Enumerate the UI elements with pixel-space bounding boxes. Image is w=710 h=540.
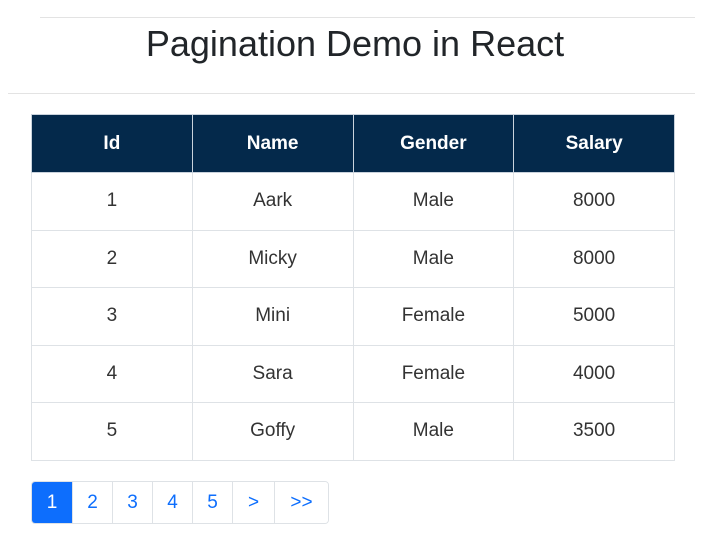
column-header-id: Id [31,114,193,173]
pagination: 1 2 3 4 5 > >> [31,481,329,524]
cell-gender: Male [352,172,515,231]
cell-gender: Male [352,402,515,461]
table-header-row: Id Name Gender Salary [31,114,675,173]
column-header-salary: Salary [513,114,675,173]
page-title: Pagination Demo in React [145,23,565,64]
column-header-name: Name [191,114,354,173]
cell-name: Mini [191,287,354,346]
cell-id: 1 [31,172,193,231]
column-header-gender: Gender [352,114,515,173]
cell-id: 5 [31,402,193,461]
cell-id: 2 [31,229,193,288]
cell-salary: 5000 [513,287,675,346]
table-head: Id Name Gender Salary [31,114,675,173]
cell-name: Sara [191,344,354,403]
table-row: 1 Aark Male 8000 [31,172,675,231]
cell-salary: 8000 [513,229,675,288]
page-root: Pagination Demo in React Id Name Gender … [0,0,710,540]
top-divider [40,17,695,18]
cell-name: Aark [191,172,354,231]
table-body: 1 Aark Male 8000 2 Micky Male 8000 3 Min… [31,172,675,461]
table-row: 5 Goffy Male 3500 [31,402,675,461]
title-divider [8,93,695,94]
page-button-4[interactable]: 4 [152,482,192,523]
table-row: 3 Mini Female 5000 [31,287,675,346]
page-button-1[interactable]: 1 [32,482,72,523]
cell-name: Goffy [191,402,354,461]
page-button-3[interactable]: 3 [112,482,152,523]
page-button-2[interactable]: 2 [72,482,112,523]
cell-id: 4 [31,344,193,403]
cell-name: Micky [191,229,354,288]
cell-gender: Female [352,344,515,403]
cell-gender: Female [352,287,515,346]
next-page-button[interactable]: > [232,482,274,523]
cell-gender: Male [352,229,515,288]
cell-salary: 3500 [513,402,675,461]
cell-salary: 4000 [513,344,675,403]
last-page-button[interactable]: >> [274,482,328,523]
table-row: 2 Micky Male 8000 [31,229,675,288]
cell-id: 3 [31,287,193,346]
employee-table: Id Name Gender Salary 1 Aark Male 8000 2… [31,114,675,461]
page-button-5[interactable]: 5 [192,482,232,523]
table-row: 4 Sara Female 4000 [31,344,675,403]
cell-salary: 8000 [513,172,675,231]
